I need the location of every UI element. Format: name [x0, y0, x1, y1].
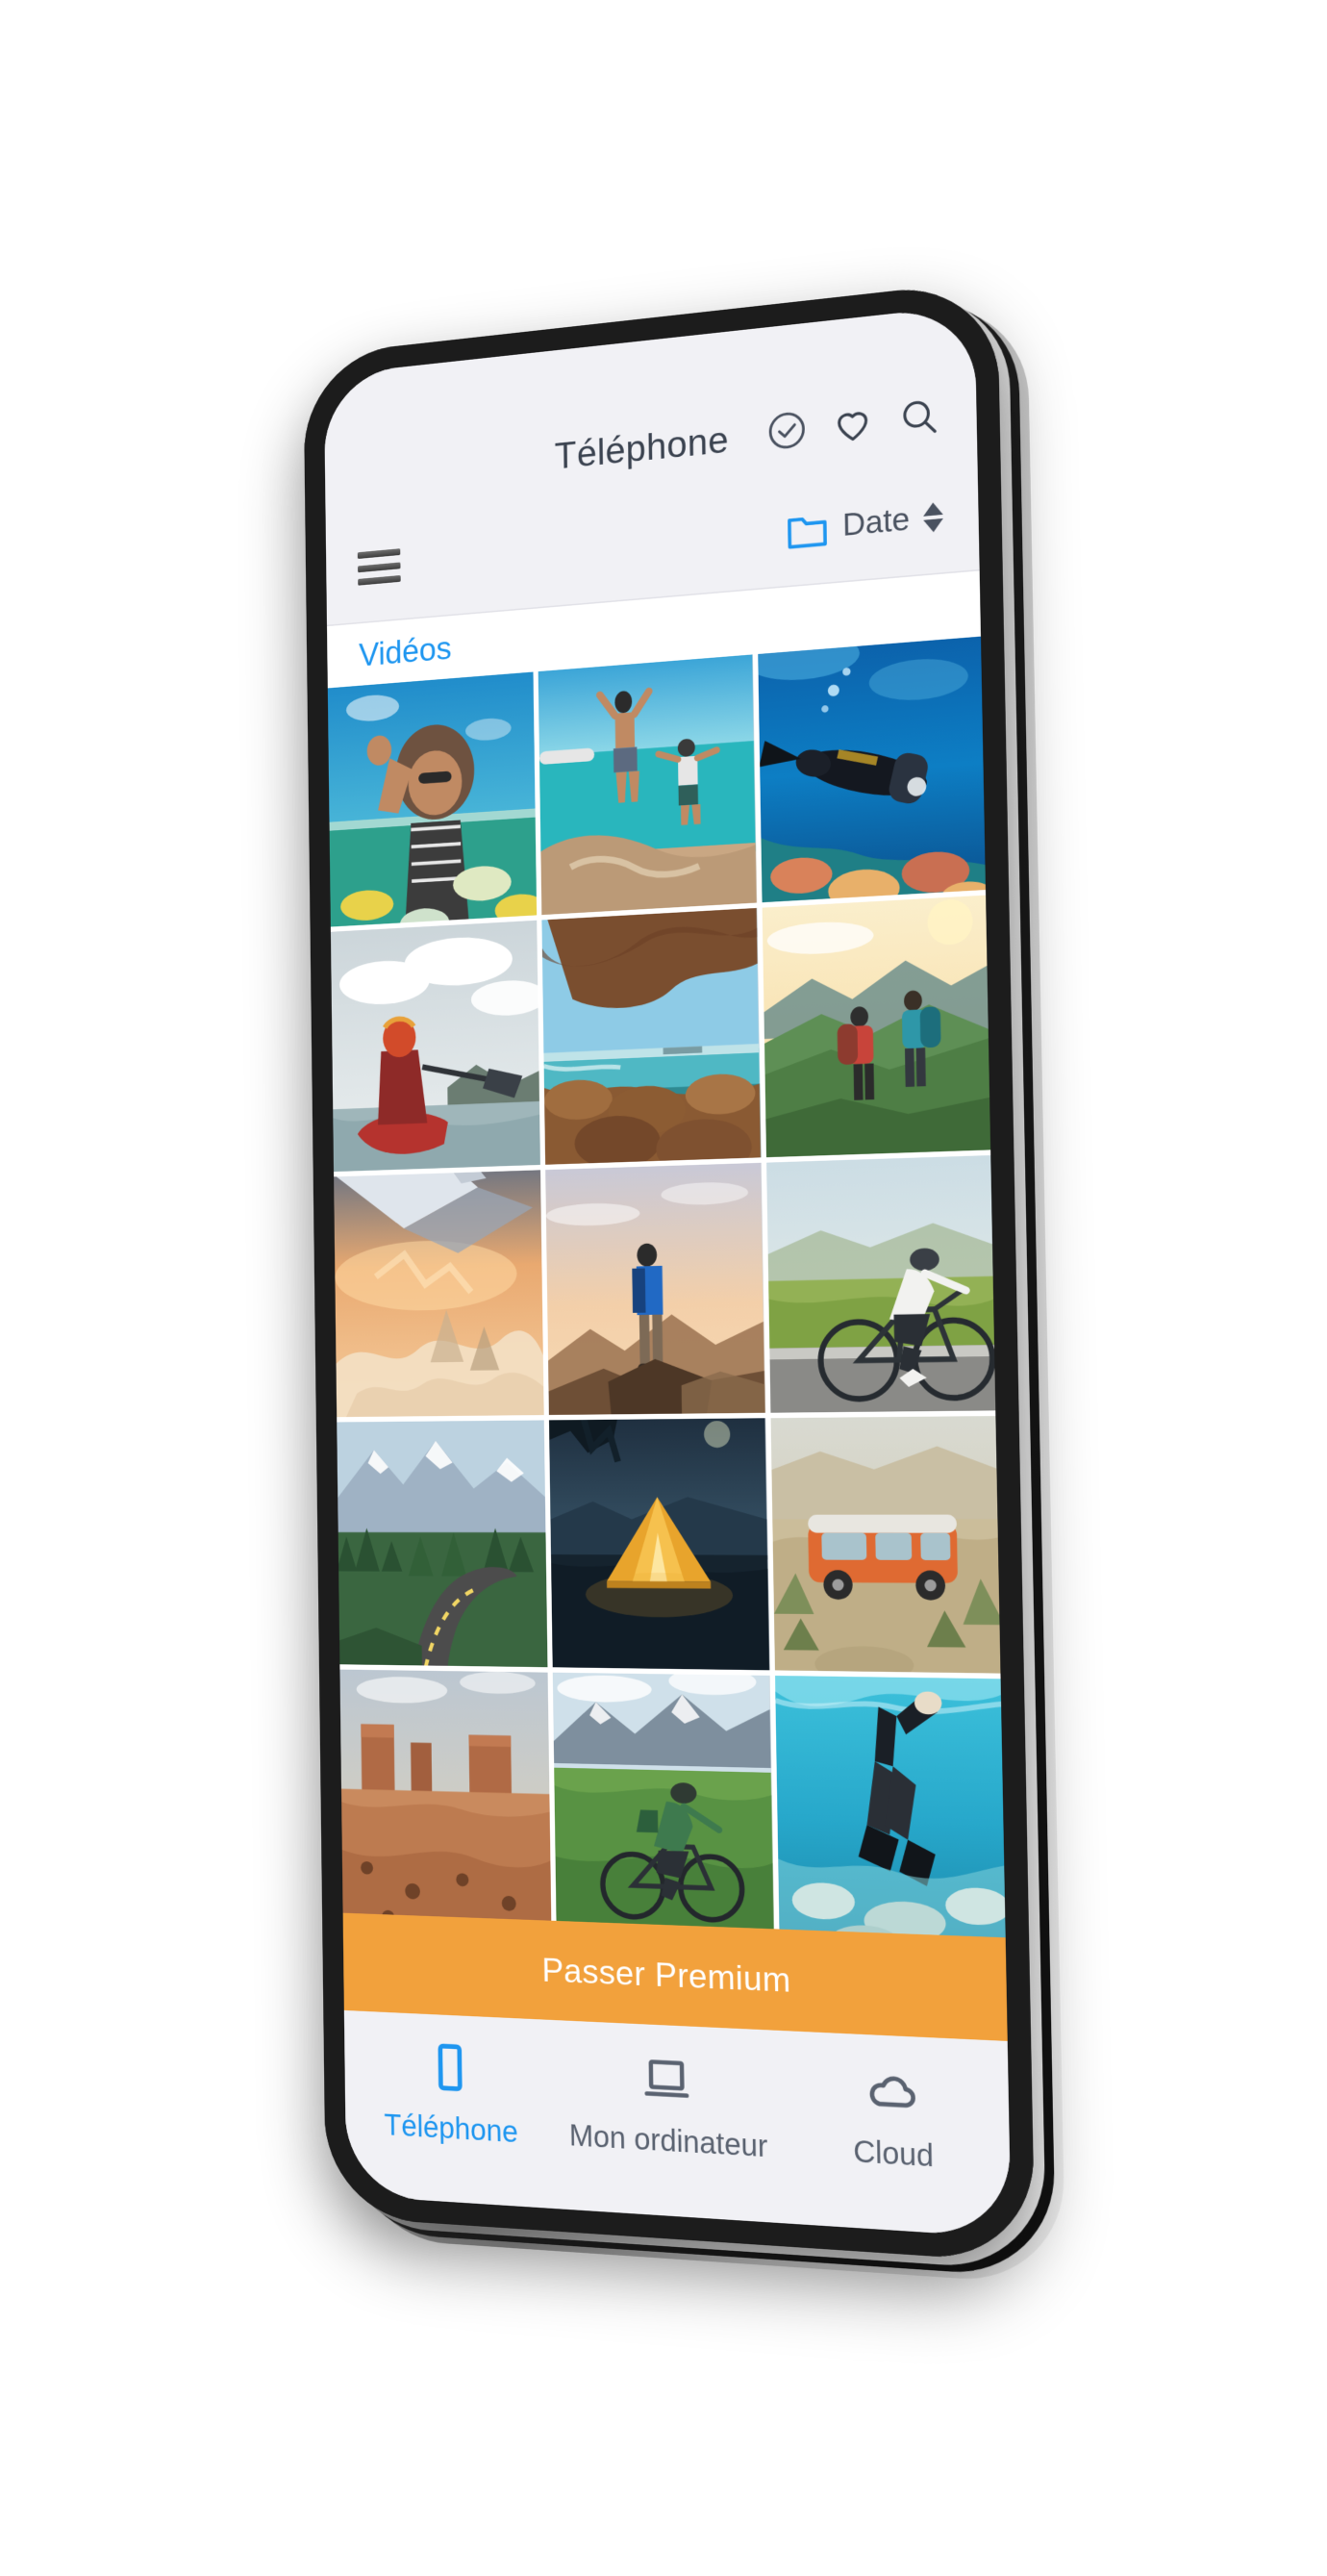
- search-icon[interactable]: [897, 393, 942, 442]
- phone-mockup: Téléphone Date Vidéos Passer Premium Tél…: [0, 0, 1327, 2576]
- heart-icon[interactable]: [831, 400, 875, 448]
- screenshot-stage: Téléphone Date Vidéos Passer Premium Tél…: [0, 0, 1327, 2576]
- photo-plane-wing-sunset[interactable]: [334, 1170, 544, 1418]
- nav-telephone-label: Téléphone: [384, 2109, 518, 2150]
- computer-icon: [639, 2050, 693, 2108]
- check-circle-icon[interactable]: [765, 407, 810, 455]
- photo-cliff-jump[interactable]: [538, 654, 757, 915]
- nav-telephone[interactable]: Téléphone: [344, 2035, 558, 2152]
- folder-icon[interactable]: [786, 508, 830, 549]
- phone-bezel: Téléphone Date Vidéos Passer Premium Tél…: [303, 279, 1036, 2263]
- photo-mountain-biker[interactable]: [553, 1672, 774, 1930]
- nav-cloud-label: Cloud: [853, 2134, 935, 2174]
- photo-night-tent[interactable]: [549, 1418, 770, 1671]
- phone-icon: [424, 2039, 476, 2096]
- hamburger-menu-icon[interactable]: [357, 548, 401, 586]
- sort-arrows-icon[interactable]: [922, 501, 944, 533]
- photo-snorkeling-woman[interactable]: [327, 671, 538, 927]
- sort-label[interactable]: Date: [842, 501, 910, 543]
- photo-hikers-ridge[interactable]: [762, 895, 991, 1157]
- nav-computer-label: Mon ordinateur: [568, 2118, 768, 2164]
- photo-grid: [327, 636, 1006, 1938]
- photo-kayaker[interactable]: [330, 920, 541, 1172]
- photo-freediver[interactable]: [774, 1676, 1006, 1938]
- photo-mountain-road[interactable]: [337, 1420, 548, 1668]
- cloud-icon: [864, 2060, 921, 2119]
- photo-sea-arch[interactable]: [541, 907, 762, 1165]
- photo-desert-buttes[interactable]: [339, 1669, 552, 1921]
- photo-road-cyclist[interactable]: [765, 1154, 996, 1414]
- sort-control[interactable]: Date: [786, 497, 944, 549]
- phone-screen: Téléphone Date Vidéos Passer Premium Tél…: [323, 304, 1012, 2238]
- photo-summit-hiker[interactable]: [545, 1162, 765, 1416]
- bottom-navigation: Téléphone Mon ordinateur Cloud: [343, 2009, 1012, 2238]
- photo-scuba-diver[interactable]: [757, 636, 986, 903]
- header-actions: [765, 393, 942, 455]
- nav-computer[interactable]: Mon ordinateur: [557, 2046, 780, 2165]
- nav-cloud[interactable]: Cloud: [778, 2057, 1011, 2179]
- photo-camper-van[interactable]: [770, 1416, 1001, 1674]
